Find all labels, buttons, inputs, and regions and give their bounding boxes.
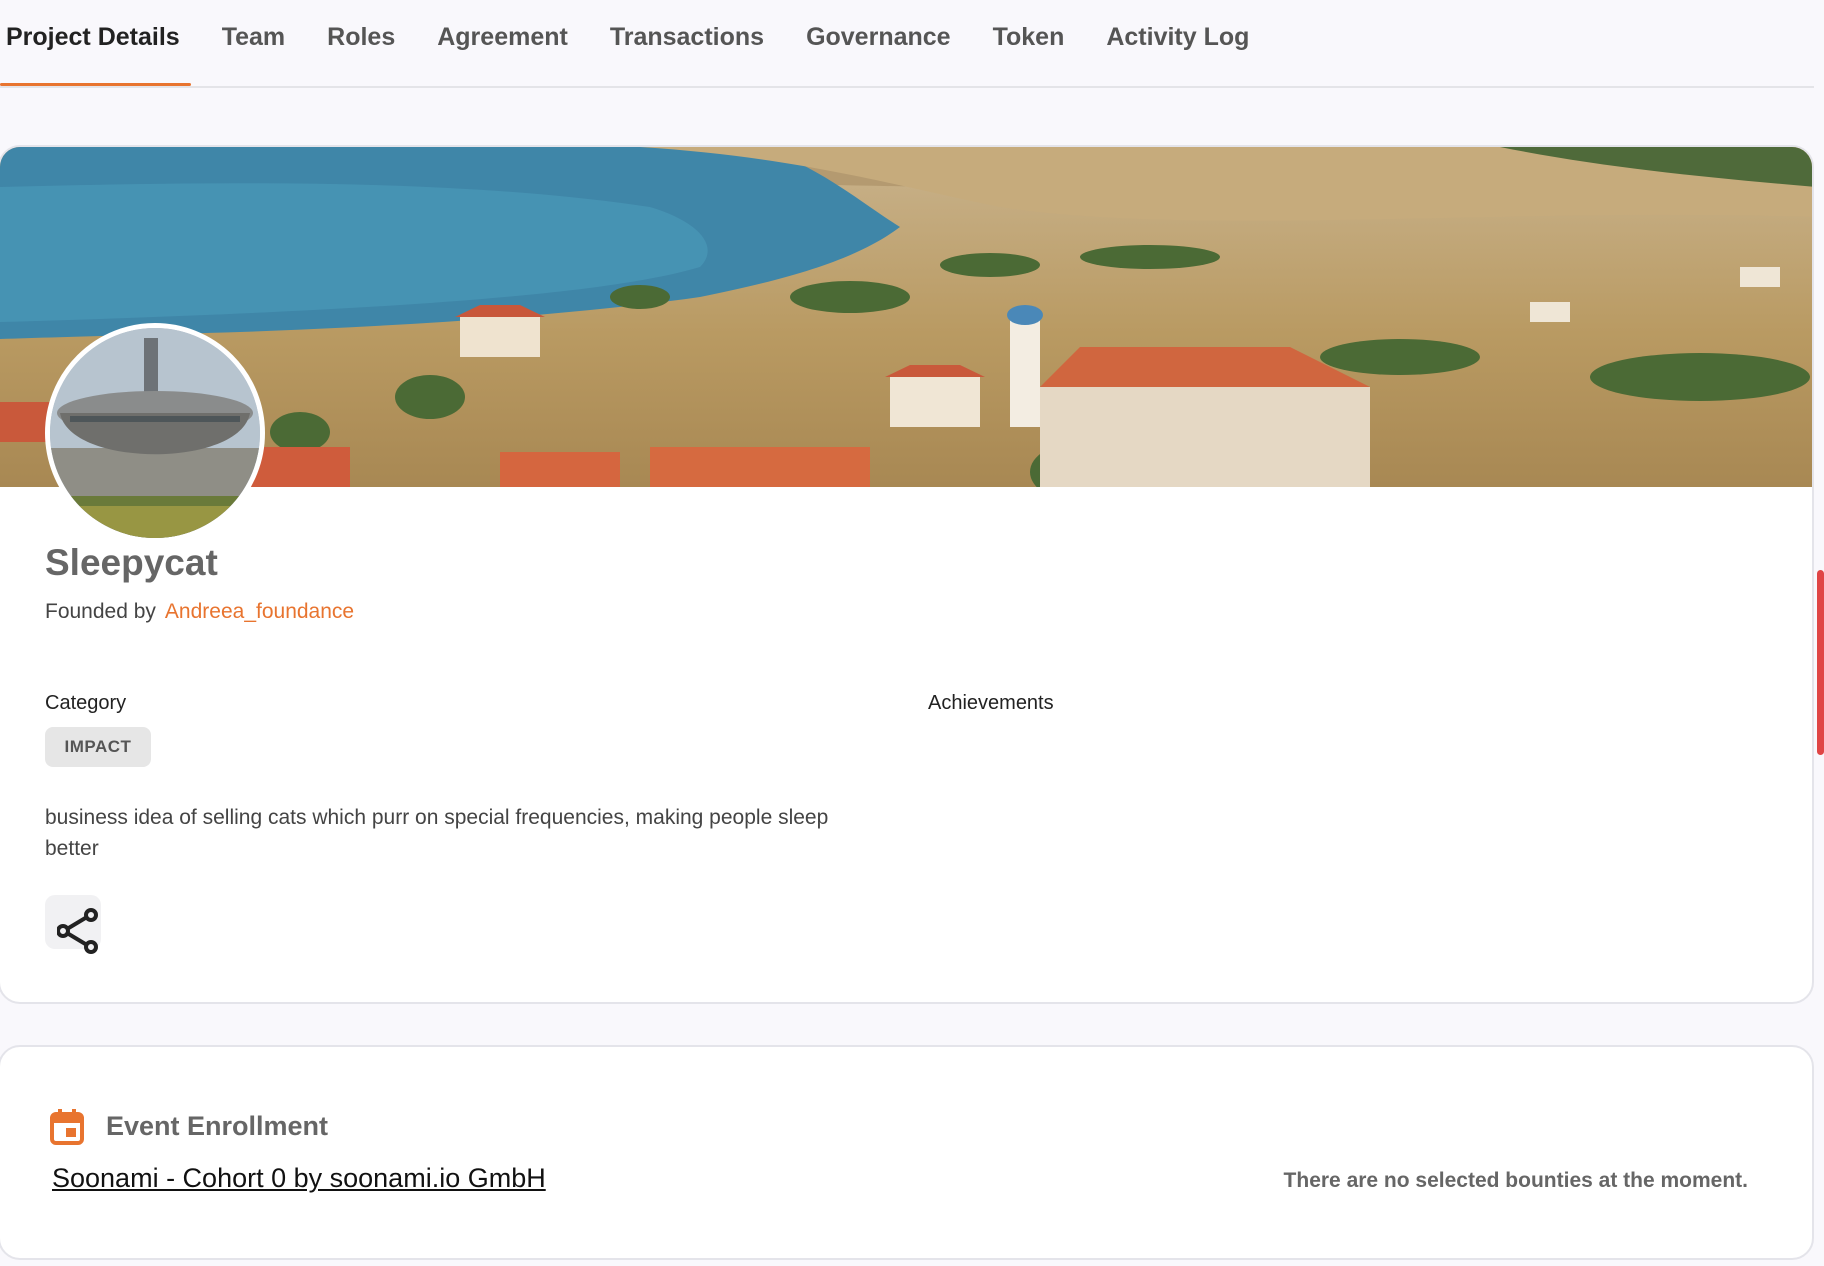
project-description: business idea of selling cats which purr…: [45, 806, 829, 860]
event-enrollment-card: Event Enrollment Soonami - Cohort 0 by s…: [0, 1045, 1814, 1260]
project-card: Sleepycat Founded by Andreea_foundance C…: [0, 145, 1814, 1004]
founded-by-label: Founded by: [45, 600, 156, 623]
event-link[interactable]: Soonami - Cohort 0 by soonami.io GmbH: [52, 1163, 546, 1194]
founder-link[interactable]: Andreea_foundance: [165, 600, 354, 624]
tab-transactions[interactable]: Transactions: [589, 0, 785, 80]
no-bounties-message: There are no selected bounties at the mo…: [1283, 1169, 1748, 1192]
project-avatar: [45, 323, 265, 543]
share-icon: [57, 908, 98, 954]
tab-bar: Project Details Team Roles Agreement Tra…: [0, 0, 1814, 88]
calendar-icon: [50, 1109, 84, 1145]
scroll-indicator[interactable]: [1817, 570, 1824, 755]
tab-governance[interactable]: Governance: [785, 0, 972, 80]
category-label: Category: [45, 692, 127, 714]
tab-agreement[interactable]: Agreement: [416, 0, 589, 80]
tab-project-details[interactable]: Project Details: [0, 0, 201, 80]
event-enrollment-title: Event Enrollment: [106, 1111, 329, 1141]
tab-team[interactable]: Team: [201, 0, 306, 80]
tab-token[interactable]: Token: [972, 0, 1086, 80]
achievements-label: Achievements: [928, 692, 1054, 714]
project-title: Sleepycat: [45, 542, 218, 583]
project-banner-image: [0, 147, 1812, 487]
share-button[interactable]: [45, 895, 101, 954]
founded-by-row: Founded by Andreea_foundance: [45, 600, 354, 624]
tab-activity-log[interactable]: Activity Log: [1085, 0, 1270, 80]
active-tab-indicator: [0, 83, 191, 86]
category-badge: IMPACT: [45, 727, 151, 767]
tab-roles[interactable]: Roles: [306, 0, 416, 80]
